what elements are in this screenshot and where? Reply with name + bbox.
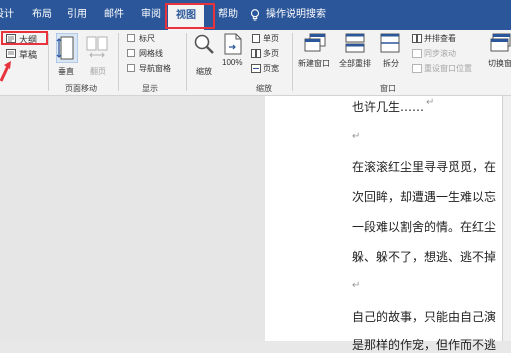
- gridlines-label: 网格线: [139, 49, 163, 58]
- document-line: 在滚滚红尘里寻寻觅觅，在: [352, 160, 497, 174]
- side-to-side-icon: [86, 36, 108, 58]
- tell-me-search[interactable]: 操作说明搜索: [266, 0, 326, 30]
- tab-design[interactable]: 设计: [0, 0, 14, 30]
- arrange-all-button[interactable]: 全部重排: [339, 58, 371, 69]
- gridlines-checkbox[interactable]: [127, 49, 135, 57]
- vertical-button[interactable]: 垂直: [58, 66, 74, 77]
- document-line: 次回眸，却遭遇一生难以忘: [352, 190, 497, 204]
- lightbulb-icon: [250, 9, 260, 21]
- one-page-button[interactable]: 单页: [263, 33, 279, 44]
- paragraph-mark: ↵: [352, 131, 361, 142]
- nav-pane-label: 导航窗格: [139, 64, 171, 73]
- nav-pane-checkbox[interactable]: [127, 64, 135, 72]
- group-label-show: 显示: [142, 84, 158, 93]
- tab-layout[interactable]: 布局: [32, 0, 52, 30]
- draft-view-button[interactable]: 草稿: [19, 48, 37, 61]
- sync-scroll-icon: [412, 49, 422, 58]
- ruler-label: 标尺: [139, 34, 155, 43]
- draft-view-icon: [6, 49, 16, 58]
- paragraph-mark: ↵: [352, 280, 361, 291]
- tab-review[interactable]: 审阅: [141, 0, 161, 30]
- document-line: 也许几生……: [352, 100, 425, 114]
- page-width-icon: [251, 64, 261, 73]
- group-label-zoom: 缩放: [256, 84, 272, 93]
- hundred-percent-icon: [224, 33, 242, 55]
- side-by-side-icon: [412, 34, 422, 43]
- split-icon: [380, 33, 400, 53]
- tab-mailings[interactable]: 邮件: [104, 0, 124, 30]
- red-arrow-icon: [0, 61, 11, 82]
- document-line: 一段难以割舍的情。在红尘: [352, 220, 497, 234]
- multiple-pages-button[interactable]: 多页: [263, 48, 279, 59]
- split-button[interactable]: 拆分: [383, 58, 399, 69]
- side-to-side-button[interactable]: 翻页: [90, 66, 106, 77]
- separator: [186, 33, 187, 91]
- magnifier-icon: [194, 34, 214, 54]
- document-line: 是那样的作宠，但作而不逃: [352, 338, 497, 352]
- reset-window-position-button[interactable]: 重设窗口位置: [424, 63, 472, 74]
- outline-view-button[interactable]: 大纲: [19, 33, 37, 46]
- separator: [118, 33, 119, 91]
- document-gutter: [0, 96, 265, 341]
- document-page[interactable]: 也许几生…… ↵ ↵ 在滚滚红尘里寻寻觅觅，在 次回眸，却遭遇一生难以忘 一段难…: [265, 96, 511, 352]
- outline-view-icon: [6, 34, 16, 43]
- multiple-pages-icon: [251, 49, 261, 58]
- vertical-scrollbar[interactable]: [502, 96, 511, 341]
- zoom-button[interactable]: 缩放: [196, 66, 212, 77]
- tab-view[interactable]: 视图: [168, 4, 204, 30]
- ruler-checkbox[interactable]: [127, 34, 135, 42]
- tab-references[interactable]: 引用: [67, 0, 87, 30]
- document-line: 躲、躲不了，想逃、逃不掉: [352, 250, 497, 264]
- separator: [48, 33, 49, 91]
- new-window-button[interactable]: 新建窗口: [298, 58, 330, 69]
- side-by-side-button[interactable]: 并排查看: [424, 33, 456, 44]
- ribbon-tab-bar: 设计 布局 引用 邮件 审阅 视图 帮助 操作说明搜索: [0, 0, 511, 30]
- vertical-page-move-icon: [56, 33, 78, 63]
- group-label-page-move: 页面移动: [65, 84, 97, 93]
- page-width-button[interactable]: 页宽: [263, 63, 279, 74]
- sync-scroll-button[interactable]: 同步滚动: [424, 48, 456, 59]
- reset-window-icon: [412, 64, 422, 73]
- document-line: 自己的故事，只能由自己演: [352, 310, 497, 324]
- arrange-all-icon: [345, 33, 365, 53]
- group-label-window: 窗口: [380, 84, 396, 93]
- tab-help[interactable]: 帮助: [218, 0, 238, 30]
- one-page-icon: [252, 34, 260, 43]
- hundred-percent-button[interactable]: 100%: [222, 58, 242, 67]
- separator: [292, 33, 293, 91]
- paragraph-mark: ↵: [426, 97, 435, 108]
- switch-windows-button[interactable]: 切换窗: [488, 58, 511, 69]
- new-window-icon: [304, 33, 326, 52]
- switch-windows-icon: [490, 33, 511, 52]
